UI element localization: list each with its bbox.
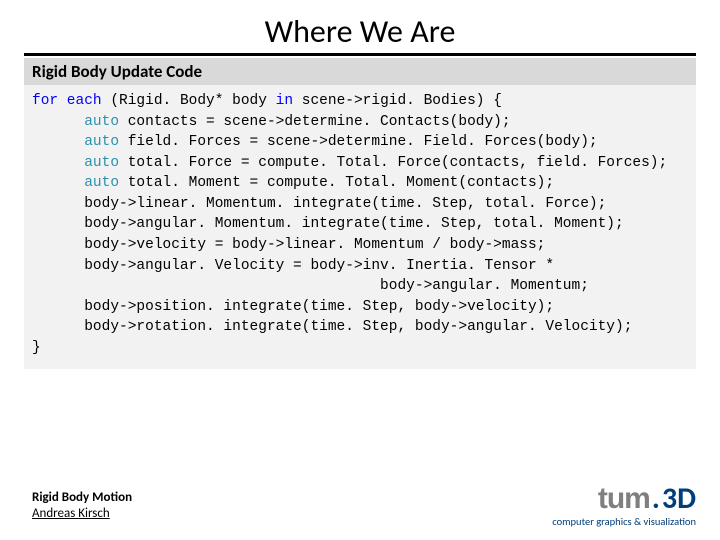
code-text: body->rotation. integrate(time. Step, bo… <box>32 319 632 335</box>
footer-author: Andreas Kirsch <box>32 506 132 522</box>
code-text: total. Moment = compute. Total. Moment(c… <box>119 175 554 191</box>
kw-auto: auto <box>32 134 119 150</box>
code-text: body->linear. Momentum. integrate(time. … <box>32 196 606 212</box>
slide-title: Where We Are <box>24 12 696 56</box>
code-text: body->angular. Velocity = body->inv. Ine… <box>32 258 554 274</box>
code-text: total. Force = compute. Total. Force(con… <box>119 155 667 171</box>
logo: tum.3D computer graphics & visualization <box>552 480 696 528</box>
logo-dot: . <box>652 480 660 517</box>
code-text: body->angular. Momentum. integrate(time.… <box>32 216 624 232</box>
section-header: Rigid Body Update Code <box>24 58 696 85</box>
kw-auto: auto <box>32 155 119 171</box>
code-text: (Rigid. Body* body <box>102 93 276 109</box>
logo-3d: 3D <box>662 480 696 517</box>
code-block: for each (Rigid. Body* body in scene->ri… <box>24 85 696 369</box>
kw-foreach: for each <box>32 93 102 109</box>
footer: Rigid Body Motion Andreas Kirsch <box>32 490 132 523</box>
logo-tum: tum <box>598 482 650 516</box>
kw-auto: auto <box>32 175 119 191</box>
code-text: scene->rigid. Bodies) { <box>293 93 502 109</box>
footer-topic: Rigid Body Motion <box>32 490 132 506</box>
code-text: field. Forces = scene->determine. Field.… <box>119 134 598 150</box>
code-text: body->position. integrate(time. Step, bo… <box>32 299 554 315</box>
kw-auto: auto <box>32 114 119 130</box>
code-text: } <box>32 340 41 356</box>
logo-subtitle: computer graphics & visualization <box>552 515 696 528</box>
kw-in: in <box>276 93 293 109</box>
code-text: body->velocity = body->linear. Momentum … <box>32 237 545 253</box>
code-text: contacts = scene->determine. Contacts(bo… <box>119 114 511 130</box>
code-text: body->angular. Momentum; <box>32 278 589 294</box>
